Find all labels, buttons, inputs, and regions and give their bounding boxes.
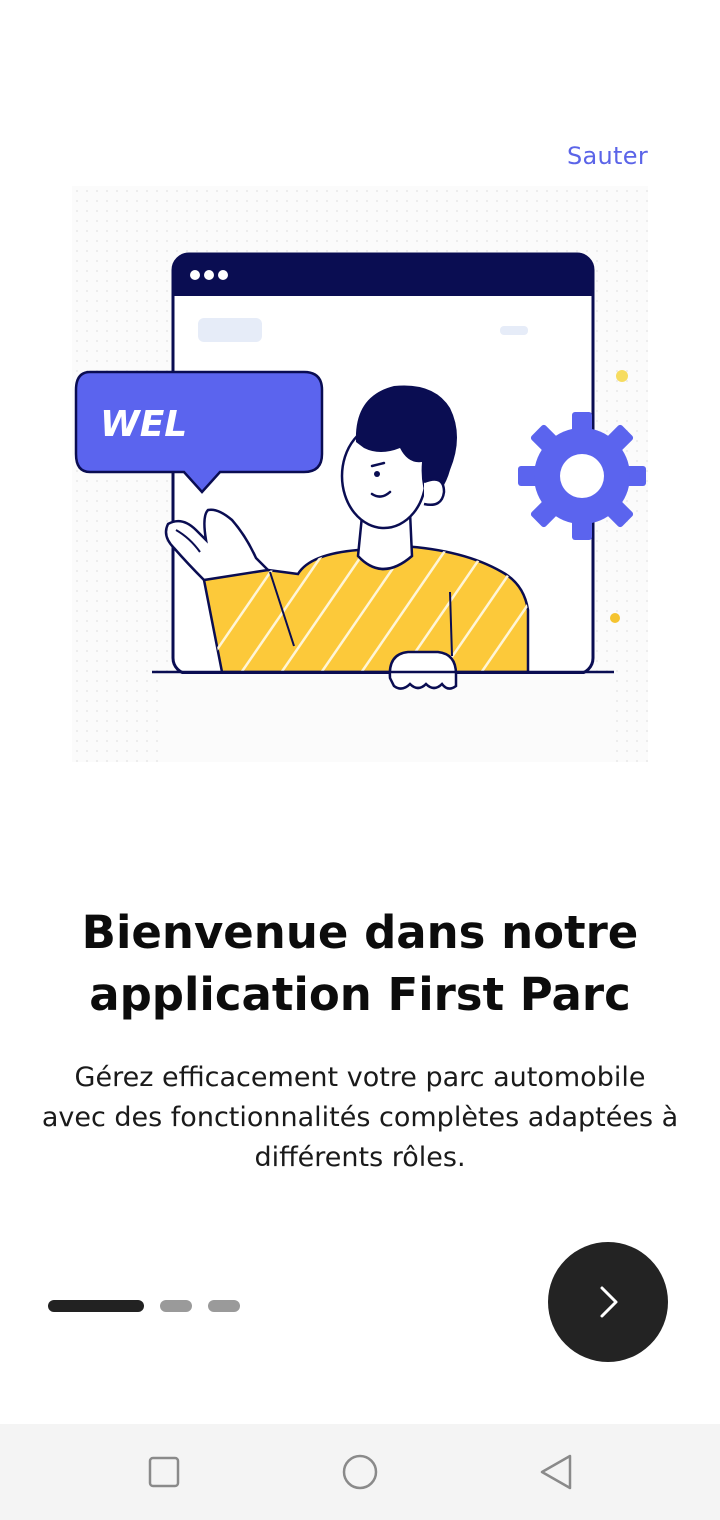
- system-navigation-bar: [0, 1424, 720, 1520]
- page-title: Bienvenue dans notre application First P…: [81, 906, 639, 1021]
- skip-button[interactable]: Sauter: [567, 142, 648, 170]
- back-button[interactable]: [536, 1452, 576, 1492]
- page-indicator: [48, 1300, 240, 1312]
- gear-illustration: [518, 412, 646, 540]
- chevron-right-icon: [600, 1286, 618, 1318]
- circle-icon: [342, 1454, 378, 1490]
- page-dot: [160, 1300, 192, 1312]
- page-description: Gérez efficacement votre parc automobile…: [41, 1062, 679, 1173]
- page-dot: [208, 1300, 240, 1312]
- onboarding-screen: Sauter WEL Bienvenue dans notre applicat…: [0, 0, 720, 1520]
- page-dot-active: [48, 1300, 144, 1312]
- welcome-illustration: WEL: [72, 186, 648, 762]
- recent-apps-button[interactable]: [144, 1452, 184, 1492]
- home-button[interactable]: [340, 1452, 380, 1492]
- next-button[interactable]: [548, 1242, 668, 1362]
- bubble-text: WEL: [100, 404, 187, 445]
- square-icon: [148, 1456, 180, 1488]
- triangle-back-icon: [540, 1454, 572, 1490]
